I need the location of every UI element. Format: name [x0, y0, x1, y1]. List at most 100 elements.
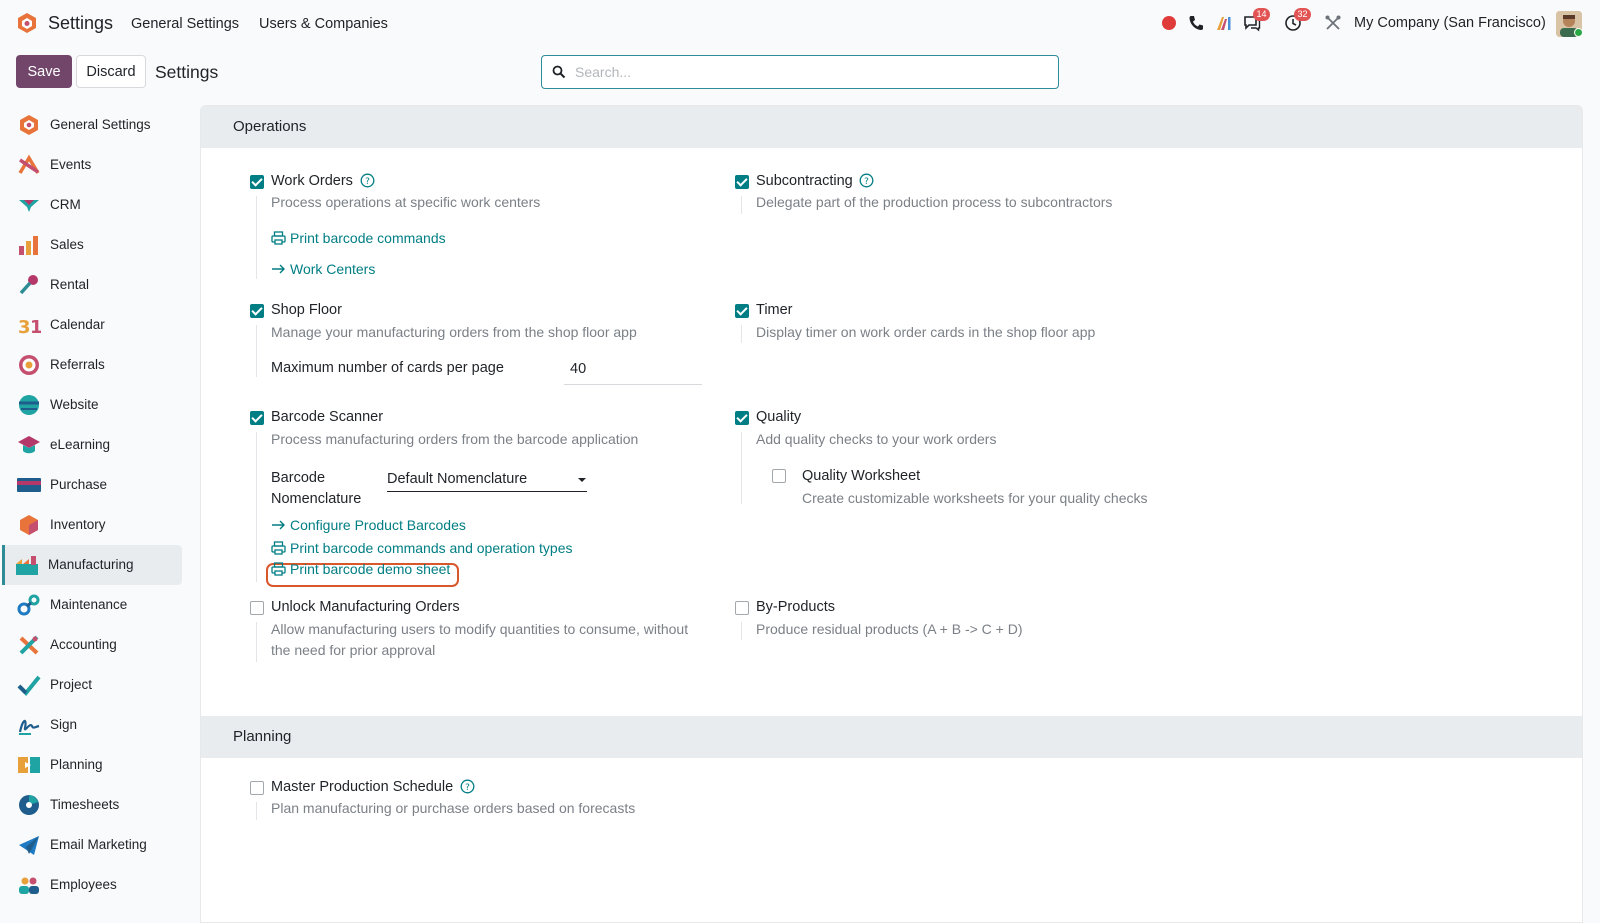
work-orders-description: Process operations at specific work cent… — [271, 194, 541, 210]
barcode-nomenclature-select[interactable]: Default Nomenclature — [387, 471, 527, 487]
timer-checkbox[interactable] — [735, 304, 749, 318]
phone-icon[interactable] — [1187, 14, 1205, 32]
sidebar-item-sales[interactable]: Sales — [4, 225, 182, 265]
activities-clock-icon[interactable]: 32 — [1284, 8, 1311, 32]
search-input[interactable] — [575, 62, 1045, 82]
shop-floor-checkbox[interactable] — [250, 304, 264, 318]
sidebar-item-referrals[interactable]: Referrals — [4, 345, 182, 385]
sidebar-item-sign[interactable]: Sign — [4, 705, 182, 745]
work-orders-checkbox[interactable] — [250, 175, 264, 189]
quality-title: Quality — [756, 409, 802, 425]
help-icon[interactable]: ? — [859, 173, 874, 188]
option-divider — [256, 196, 257, 279]
work-centers-link[interactable]: Work Centers — [271, 261, 375, 277]
inventory-icon — [20, 515, 38, 535]
subcontracting-checkbox[interactable] — [735, 175, 749, 189]
sidebar-item-label: General Settings — [50, 117, 151, 132]
master-production-schedule-description: Plan manufacturing or purchase orders ba… — [271, 800, 636, 816]
sidebar-item-employees[interactable]: Employees — [4, 865, 182, 905]
sidebar-item-label: Purchase — [50, 477, 108, 492]
by-products-checkbox[interactable] — [735, 601, 749, 615]
sidebar-item-rental[interactable]: Rental — [4, 265, 182, 305]
sidebar-item-crm[interactable]: CRM — [4, 185, 182, 225]
project-icon — [17, 675, 41, 696]
sidebar-item-label: Maintenance — [50, 597, 128, 612]
max-cards-input-underline — [564, 384, 702, 385]
chevron-down-icon[interactable] — [577, 476, 587, 484]
sidebar-item-manufacturing[interactable]: Manufacturing — [2, 545, 182, 585]
app-title[interactable]: Settings — [48, 13, 113, 34]
sidebar-item-email-marketing[interactable]: Email Marketing — [4, 825, 182, 865]
sidebar-item-inventory[interactable]: Inventory — [4, 505, 182, 545]
printer-icon — [271, 541, 286, 555]
work-centers-label: Work Centers — [290, 261, 376, 277]
menu-users-companies[interactable]: Users & Companies — [259, 16, 388, 32]
by-products-description: Produce residual products (A + B -> C + … — [756, 621, 1023, 637]
activities-badge: 32 — [1294, 8, 1311, 21]
master-production-schedule-title: Master Production Schedule — [271, 779, 454, 795]
sidebar-item-accounting[interactable]: Accounting — [4, 625, 182, 665]
timer-description: Display timer on work order cards in the… — [756, 324, 1096, 340]
calendar-icon: 31 — [18, 317, 41, 336]
sidebar-item-events[interactable]: Events — [4, 145, 182, 185]
maintenance-icon — [17, 594, 40, 616]
configure-product-barcodes-label: Configure Product Barcodes — [290, 517, 466, 533]
sidebar-item-planning[interactable]: Planning — [4, 745, 182, 785]
sidebar-item-label: Accounting — [50, 637, 117, 652]
option-divider — [741, 196, 742, 214]
print-commands-operation-types-label: Print barcode commands and operation typ… — [290, 540, 573, 556]
quality-worksheet-checkbox[interactable] — [772, 469, 786, 483]
menu-general-settings[interactable]: General Settings — [131, 16, 239, 32]
master-production-schedule-checkbox[interactable] — [250, 781, 264, 795]
print-barcode-commands-link[interactable]: Print barcode commands — [271, 230, 446, 246]
print-commands-operation-types-link[interactable]: Print barcode commands and operation typ… — [271, 540, 573, 556]
sidebar-item-project[interactable]: Project — [4, 665, 182, 705]
discard-button[interactable]: Discard — [76, 55, 146, 88]
sidebar-item-calendar[interactable]: 31 Calendar — [4, 305, 182, 345]
company-switcher[interactable]: My Company (San Francisco) — [1354, 15, 1546, 31]
operations-title: Operations — [233, 118, 307, 135]
sidebar-item-label: Rental — [50, 277, 90, 292]
max-cards-input[interactable]: 40 — [570, 361, 586, 377]
barcode-scanner-checkbox[interactable] — [250, 411, 264, 425]
help-icon[interactable]: ? — [460, 779, 475, 794]
quality-worksheet-description: Create customizable worksheets for your … — [802, 490, 1148, 506]
configure-product-barcodes-link[interactable]: Configure Product Barcodes — [271, 517, 466, 533]
save-button[interactable]: Save — [16, 55, 72, 88]
planning-section-header: Planning — [201, 716, 1582, 758]
messages-badge: 14 — [1253, 8, 1270, 21]
option-divider — [741, 432, 742, 504]
purchase-icon — [17, 478, 41, 492]
print-barcode-demo-sheet-label: Print barcode demo sheet — [290, 561, 451, 577]
barcode-nomenclature-underline — [387, 491, 587, 492]
settings-app-icon[interactable] — [16, 12, 38, 34]
sidebar-item-label: Employees — [50, 877, 117, 892]
print-barcode-commands-label: Print barcode commands — [290, 230, 446, 246]
sidebar-item-label: Inventory — [50, 517, 106, 532]
sidebar-item-maintenance[interactable]: Maintenance — [4, 585, 182, 625]
option-divider — [256, 432, 257, 582]
ai-icon[interactable] — [1215, 14, 1233, 32]
sidebar-item-website[interactable]: Website — [4, 385, 182, 425]
max-cards-label: Maximum number of cards per page — [271, 360, 504, 376]
planning-title: Planning — [233, 728, 292, 745]
sidebar-item-elearning[interactable]: eLearning — [4, 425, 182, 465]
rental-icon — [19, 275, 38, 295]
sidebar-item-timesheets[interactable]: Timesheets — [4, 785, 182, 825]
unlock-manufacturing-orders-checkbox[interactable] — [250, 601, 264, 615]
sidebar-item-general-settings[interactable]: General Settings — [4, 105, 182, 145]
control-panel: Save Discard Settings — [0, 46, 1600, 100]
quality-checkbox[interactable] — [735, 411, 749, 425]
svg-text:3: 3 — [18, 317, 31, 336]
search-box[interactable] — [541, 55, 1059, 89]
help-icon[interactable]: ? — [360, 173, 375, 188]
sidebar-item-purchase[interactable]: Purchase — [4, 465, 182, 505]
messages-icon[interactable]: 14 — [1243, 8, 1270, 32]
referrals-icon — [19, 355, 39, 375]
tools-icon[interactable] — [1324, 14, 1342, 32]
record-icon[interactable] — [1160, 14, 1178, 32]
print-barcode-demo-sheet-link[interactable]: Print barcode demo sheet — [271, 561, 450, 577]
sidebar-item-label: Sign — [50, 717, 78, 732]
breadcrumb: Settings — [155, 62, 219, 82]
unlock-manufacturing-orders-description: Allow manufacturing users to modify quan… — [271, 621, 689, 637]
